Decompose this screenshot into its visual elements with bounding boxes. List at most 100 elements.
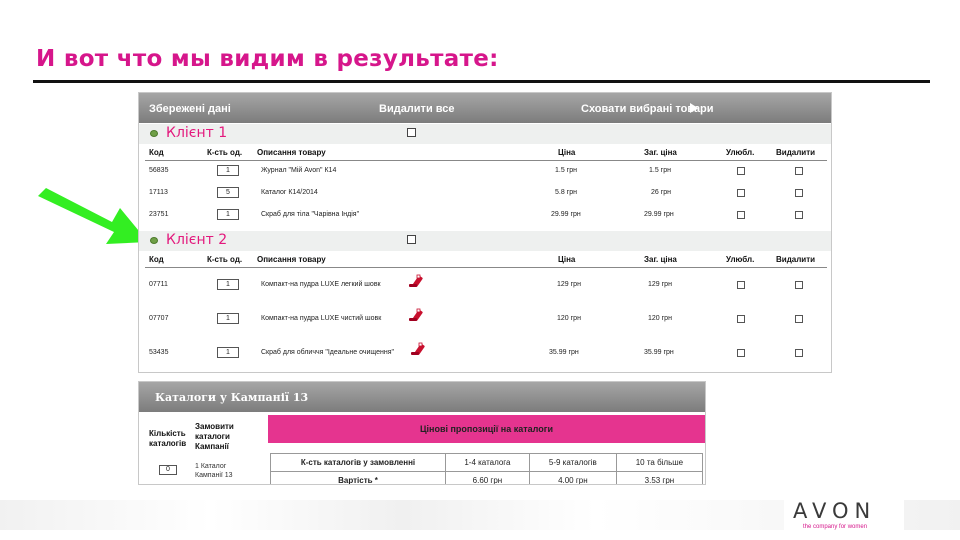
offer-row-label: К-сть каталогів у замовленні	[270, 453, 446, 472]
client-name: Клієнт 1	[166, 125, 228, 141]
favorite-checkbox[interactable]	[737, 211, 745, 219]
catalog-qty-input[interactable]: 0	[159, 465, 177, 475]
header-code: Код	[149, 148, 164, 157]
table-row: Вартість * 6.60 грн 4.00 грн 3.53 грн	[270, 471, 704, 484]
qty-input[interactable]: 5	[217, 187, 239, 198]
offer-cell: 1-4 каталога	[445, 453, 530, 472]
row-desc: Скраб для тіла "Чарівна Індія"	[261, 211, 360, 218]
header-price: Ціна	[558, 255, 576, 264]
catalog-qty-label: Кількість каталогів	[149, 429, 186, 449]
header-delete: Видалити	[776, 255, 816, 264]
slide-title: И вот что мы видим в результате:	[36, 46, 499, 72]
favorite-checkbox[interactable]	[737, 349, 745, 357]
qty-input[interactable]: 1	[217, 313, 239, 324]
qty-input[interactable]: 1	[217, 279, 239, 290]
row-total: 120 грн	[648, 315, 672, 322]
client-select-checkbox[interactable]	[407, 128, 416, 137]
table-row: К-сть каталогів у замовленні 1-4 каталог…	[270, 453, 704, 472]
order-label-line: Кампанії	[195, 442, 229, 451]
client-select-checkbox[interactable]	[407, 235, 416, 244]
offer-cell: 4.00 грн	[528, 471, 617, 484]
row-code: 53435	[149, 349, 169, 356]
delete-checkbox[interactable]	[795, 211, 803, 219]
order-label-line: Замовити	[195, 422, 234, 431]
order-label-line: каталоги	[195, 432, 230, 441]
order-catalogs-label: Замовити каталоги Кампанії	[195, 422, 234, 452]
price-offers-title: Цінові пропозиції на каталоги	[268, 415, 705, 443]
lipstick-icon[interactable]	[409, 342, 431, 358]
offer-cell: 3.53 грн	[615, 471, 704, 484]
header-delete: Видалити	[776, 148, 816, 157]
row-price: 35.99 грн	[549, 349, 579, 356]
row-code: 56835	[149, 167, 169, 174]
header-desc: Описання товару	[257, 148, 326, 157]
header-price: Ціна	[558, 148, 576, 157]
header-qty: К-сть од.	[207, 148, 243, 157]
offer-cell: 6.60 грн	[445, 471, 530, 484]
offer-cell: 10 та більше	[615, 453, 704, 472]
header-code: Код	[149, 255, 164, 264]
row-price: 29.99 грн	[551, 211, 581, 218]
header-total: Заг. ціна	[644, 255, 677, 264]
row-desc: Каталог К14/2014	[261, 189, 318, 196]
delete-checkbox[interactable]	[795, 281, 803, 289]
row-desc: Журнал "Мій Avon" К14	[261, 167, 337, 174]
row-price: 129 грн	[557, 281, 581, 288]
catalog-qty-label-line: каталогів	[149, 439, 187, 448]
qty-input[interactable]: 1	[217, 165, 239, 176]
catalogs-header: Каталоги у Кампанії 13	[139, 382, 705, 412]
delete-checkbox[interactable]	[795, 167, 803, 175]
catalog-qty-label-line: Кількість	[149, 429, 186, 438]
favorite-checkbox[interactable]	[737, 189, 745, 197]
price-offers-table: К-сть каталогів у замовленні 1-4 каталог…	[270, 453, 704, 484]
delete-checkbox[interactable]	[795, 315, 803, 323]
client-name: Клієнт 2	[166, 232, 228, 248]
delete-all-button[interactable]: Видалити все	[379, 103, 455, 115]
header-divider	[145, 160, 827, 161]
avon-logo: AVON	[793, 499, 877, 523]
catalog-item: 1 Каталог Кампанії 13	[195, 462, 233, 480]
qty-input[interactable]: 1	[217, 347, 239, 358]
catalogs-panel: Каталоги у Кампанії 13 Кількість каталог…	[138, 381, 706, 485]
catalogs-title: Каталоги у Кампанії 13	[155, 391, 309, 404]
saved-data-panel: Збережені дані Видалити все Сховати вибр…	[138, 92, 832, 373]
saved-data-header: Збережені дані Видалити все Сховати вибр…	[139, 93, 831, 123]
offer-cell: 5-9 каталогів	[528, 453, 617, 472]
favorite-checkbox[interactable]	[737, 281, 745, 289]
row-total: 1.5 грн	[649, 167, 671, 174]
favorite-checkbox[interactable]	[737, 315, 745, 323]
header-desc: Описання товару	[257, 255, 326, 264]
row-desc: Скраб для обличчя "Ідеальне очищення"	[261, 349, 394, 356]
collapse-bullet-icon[interactable]	[150, 237, 158, 244]
lipstick-icon[interactable]	[407, 308, 429, 324]
row-code: 07707	[149, 315, 169, 322]
delete-checkbox[interactable]	[795, 349, 803, 357]
row-total: 35.99 грн	[644, 349, 674, 356]
row-total: 26 грн	[651, 189, 672, 196]
header-total: Заг. ціна	[644, 148, 677, 157]
client-row-2: Клієнт 2	[139, 231, 831, 251]
lipstick-icon[interactable]	[407, 274, 429, 290]
row-total: 129 грн	[648, 281, 672, 288]
favorite-checkbox[interactable]	[737, 167, 745, 175]
row-price: 120 грн	[557, 315, 581, 322]
catalog-item-line: Кампанії 13	[195, 472, 233, 479]
saved-data-title: Збережені дані	[149, 103, 231, 115]
row-total: 29.99 грн	[644, 211, 674, 218]
avon-tagline: the company for women	[803, 524, 868, 530]
title-divider	[33, 80, 930, 83]
row-desc: Компакт-на пудра LUXE чистий шовк	[261, 315, 382, 322]
qty-input[interactable]: 1	[217, 209, 239, 220]
row-price: 1.5 грн	[555, 167, 577, 174]
play-icon[interactable]	[690, 103, 698, 113]
collapse-bullet-icon[interactable]	[150, 130, 158, 137]
header-fav: Улюбл.	[726, 255, 755, 264]
delete-checkbox[interactable]	[795, 189, 803, 197]
row-desc: Компакт-на пудра LUXE легкий шовк	[261, 281, 381, 288]
row-code: 23751	[149, 211, 169, 218]
row-code: 07711	[149, 281, 168, 288]
row-code: 17113	[149, 189, 168, 196]
catalog-item-line: 1 Каталог	[195, 463, 227, 470]
green-arrow-icon	[38, 188, 148, 244]
client-row-1: Клієнт 1	[139, 124, 831, 144]
